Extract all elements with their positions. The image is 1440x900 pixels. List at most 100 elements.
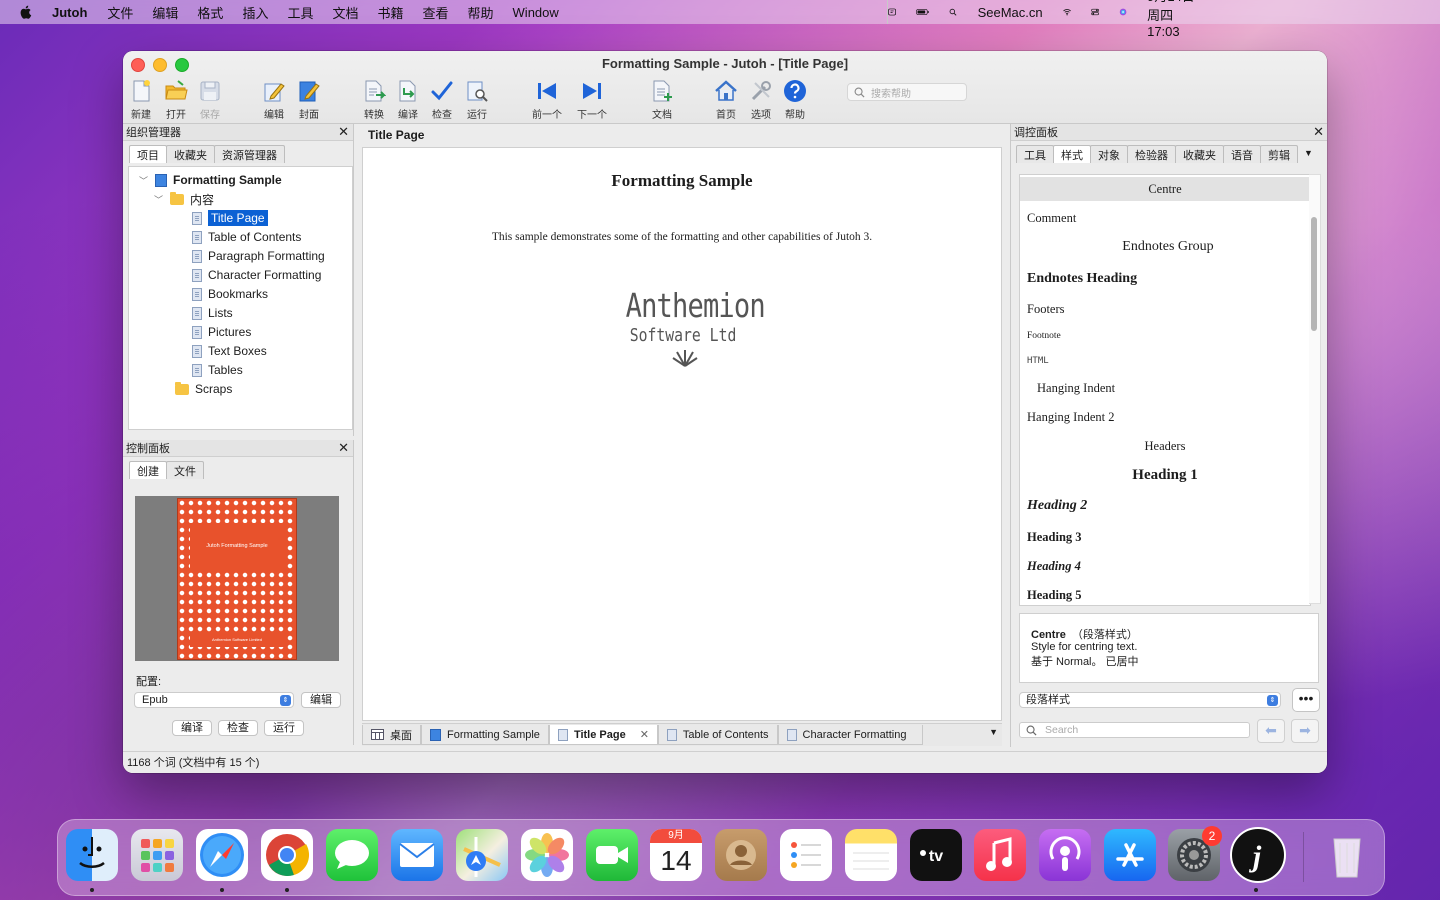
style-item-footers[interactable]: Footers <box>1020 302 1310 317</box>
menubar-clock[interactable]: 9月14日 周四 17:03 <box>1147 0 1205 39</box>
tab-files[interactable]: 文件 <box>166 461 204 479</box>
wifi-icon[interactable] <box>1062 5 1071 19</box>
help-search-input[interactable]: 搜索帮助 <box>847 83 967 101</box>
save-button[interactable]: 保存 <box>193 77 227 121</box>
style-item-centre[interactable]: Centre <box>1020 177 1310 201</box>
menu-app-jutoh[interactable]: Jutoh <box>52 5 87 20</box>
tab-speech[interactable]: 语音 <box>1223 145 1261 163</box>
tab-desktop[interactable]: 桌面 <box>362 725 421 745</box>
tab-favorites[interactable]: 收藏夹 <box>166 145 215 163</box>
control-panel-close-icon[interactable]: ✕ <box>338 441 349 455</box>
control-center-icon[interactable] <box>1090 5 1099 19</box>
config-edit-button[interactable]: 编辑 <box>301 692 341 708</box>
help-button[interactable]: 帮助 <box>778 77 812 121</box>
messages-icon[interactable] <box>326 829 378 881</box>
launchpad-icon[interactable] <box>131 829 183 881</box>
tab-inspector[interactable]: 检验器 <box>1127 145 1176 163</box>
edit-button[interactable]: 编辑 <box>257 77 291 121</box>
mail-icon[interactable] <box>391 829 443 881</box>
tree-item-paragraph-formatting[interactable]: Paragraph Formatting <box>192 247 325 265</box>
menu-window[interactable]: Window <box>513 5 559 20</box>
chrome-icon[interactable] <box>261 829 313 881</box>
jutoh-app-icon[interactable]: j <box>1230 827 1286 883</box>
style-item-heading-2[interactable]: Heading 2 <box>1020 498 1310 514</box>
tab-project[interactable]: 项目 <box>129 145 167 163</box>
spotlight-search-icon[interactable] <box>949 5 957 19</box>
notes-icon[interactable] <box>845 829 897 881</box>
next-button[interactable]: 下一个 <box>575 77 609 121</box>
tab-close-icon[interactable]: ✕ <box>640 728 649 741</box>
tab-resource-manager[interactable]: 资源管理器 <box>214 145 285 163</box>
menu-tools[interactable]: 工具 <box>287 3 313 22</box>
anthemion-logo[interactable]: Anthemion Software Ltd <box>613 286 766 368</box>
run-button[interactable]: 运行 <box>264 720 304 736</box>
tree-project-row[interactable]: ﹀ Formatting Sample <box>139 171 282 189</box>
style-type-select[interactable]: 段落样式 ⇕ <box>1019 692 1281 708</box>
music-icon[interactable] <box>974 829 1026 881</box>
apple-tv-icon[interactable]: tv <box>910 829 962 881</box>
tree-item-title-page[interactable]: Title Page <box>192 209 268 227</box>
style-item-hanging-indent-2[interactable]: Hanging Indent 2 <box>1020 410 1310 425</box>
more-options-button[interactable]: ••• <box>1292 688 1320 712</box>
tabs-overflow-chevron-icon[interactable]: ▼ <box>989 727 998 737</box>
siri-icon[interactable] <box>1119 5 1127 19</box>
configuration-select[interactable]: Epub ⇕ <box>134 692 294 708</box>
compile-button[interactable]: 编译 <box>391 77 425 121</box>
scrollbar-thumb[interactable] <box>1311 217 1317 331</box>
document-button[interactable]: 文档 <box>645 77 679 121</box>
previous-button[interactable]: 前一个 <box>530 77 564 121</box>
style-item-heading-4[interactable]: Heading 4 <box>1020 559 1310 574</box>
tab-clips[interactable]: 剪辑 <box>1260 145 1298 163</box>
menu-format[interactable]: 格式 <box>197 3 223 22</box>
input-method-icon[interactable] <box>888 5 897 19</box>
menu-file[interactable]: 文件 <box>107 3 133 22</box>
tab-styles[interactable]: 样式 <box>1053 145 1091 163</box>
menu-document[interactable]: 文档 <box>332 3 358 22</box>
style-list-scrollbar[interactable] <box>1309 174 1321 604</box>
tab-favorites[interactable]: 收藏夹 <box>1175 145 1224 163</box>
menu-book[interactable]: 书籍 <box>377 3 403 22</box>
apple-logo-icon[interactable] <box>18 4 34 20</box>
trash-icon[interactable] <box>1321 829 1373 881</box>
style-item-endnotes-heading[interactable]: Endnotes Heading <box>1020 271 1310 287</box>
inspector-close-icon[interactable]: ✕ <box>1313 125 1324 139</box>
calendar-icon[interactable]: 9月 14 <box>650 829 702 881</box>
tree-item-table-of-contents[interactable]: Table of Contents <box>192 228 301 246</box>
tree-item-pictures[interactable]: Pictures <box>192 323 251 341</box>
open-button[interactable]: 打开 <box>159 77 193 121</box>
organizer-close-icon[interactable]: ✕ <box>338 125 349 139</box>
finder-icon[interactable] <box>66 829 118 881</box>
check-button[interactable]: 检查 <box>425 77 459 121</box>
convert-button[interactable]: 转换 <box>357 77 391 121</box>
menu-edit[interactable]: 编辑 <box>152 3 178 22</box>
podcasts-icon[interactable] <box>1039 829 1091 881</box>
tree-item-bookmarks[interactable]: Bookmarks <box>192 285 268 303</box>
contacts-icon[interactable] <box>715 829 767 881</box>
tab-tools[interactable]: 工具 <box>1016 145 1054 163</box>
forward-button[interactable]: ➡ <box>1291 719 1319 743</box>
tab-objects[interactable]: 对象 <box>1090 145 1128 163</box>
style-item-endnotes-group[interactable]: Endnotes Group <box>1020 239 1310 255</box>
home-button[interactable]: 首页 <box>709 77 743 121</box>
chevron-down-icon[interactable]: ﹀ <box>154 193 164 206</box>
tree-item-character-formatting[interactable]: Character Formatting <box>192 266 321 284</box>
document-heading[interactable]: Formatting Sample <box>363 171 1001 191</box>
cover-preview[interactable]: Jutoh Formatting Sample Anthemion Softwa… <box>135 496 339 661</box>
cover-button[interactable]: 封面 <box>292 77 326 121</box>
style-item-comment[interactable]: Comment <box>1020 211 1310 226</box>
tab-formatting-sample[interactable]: Formatting Sample <box>421 725 549 745</box>
document-body-text[interactable]: This sample demonstrates some of the for… <box>363 231 1001 243</box>
tab-title-page[interactable]: Title Page ✕ <box>548 725 658 745</box>
style-item-heading-1[interactable]: Heading 1 <box>1020 467 1310 484</box>
new-button[interactable]: 新建 <box>124 77 158 121</box>
style-item-hanging-indent[interactable]: Hanging Indent <box>1020 381 1310 396</box>
options-button[interactable]: 选项 <box>744 77 778 121</box>
tree-folder-content[interactable]: ﹀ 内容 <box>154 190 214 208</box>
style-item-footnote[interactable]: Footnote <box>1020 331 1310 341</box>
photos-icon[interactable] <box>521 829 573 881</box>
tree-folder-scraps[interactable]: Scraps <box>175 380 232 398</box>
tab-table-of-contents[interactable]: Table of Contents <box>657 725 778 745</box>
chevron-down-icon[interactable]: ﹀ <box>139 174 149 187</box>
maps-icon[interactable] <box>456 829 508 881</box>
style-search-input[interactable]: Search <box>1019 722 1250 738</box>
